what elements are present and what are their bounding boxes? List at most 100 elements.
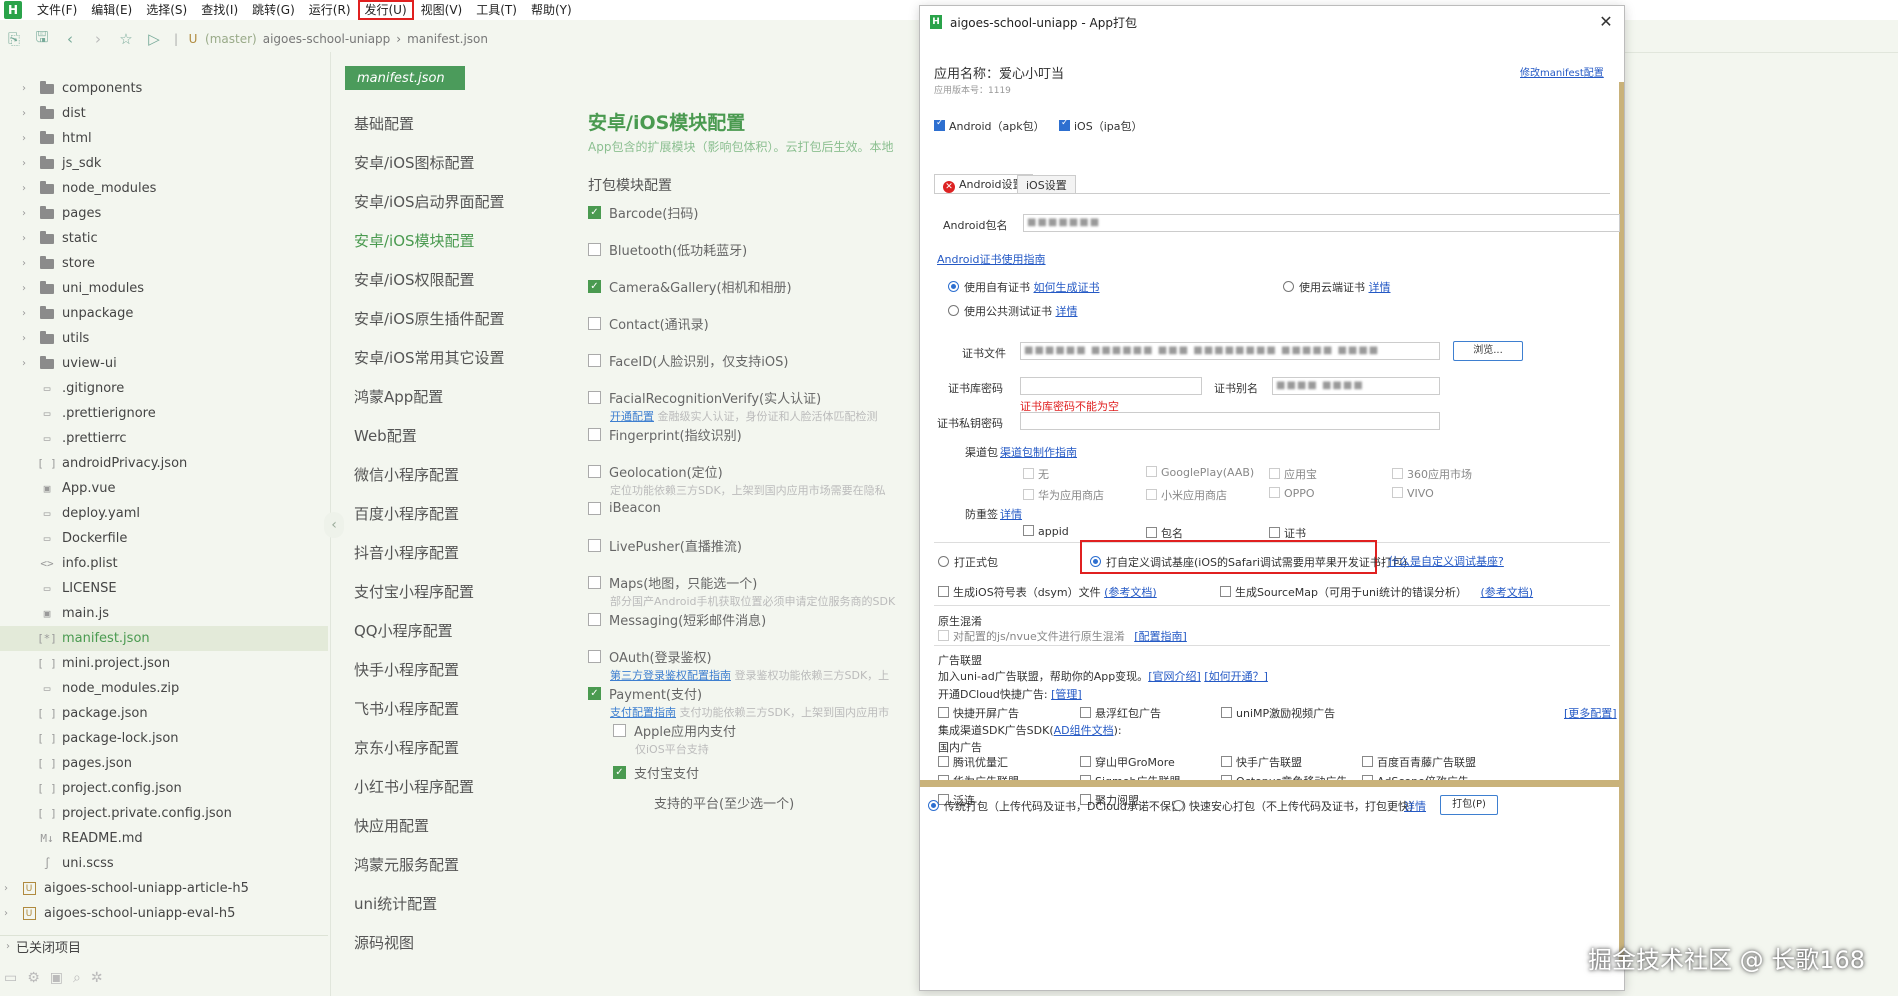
anti-tamper-option[interactable]: 包名 xyxy=(1146,525,1183,541)
menu-item-5[interactable]: 运行(R) xyxy=(302,0,358,20)
cert-option-own[interactable]: 使用自有证书 如何生成证书 xyxy=(948,279,1100,295)
nav-item-9[interactable]: 微信小程序配置 xyxy=(346,455,546,494)
tree-file[interactable]: ›▣App.vue xyxy=(0,476,328,501)
editor-tab-manifest[interactable]: manifest.json xyxy=(345,66,465,90)
pack-fast-radio[interactable] xyxy=(1173,800,1184,811)
cert-own-link[interactable]: 如何生成证书 xyxy=(1034,281,1100,294)
new-file-icon[interactable]: ⎘ xyxy=(0,30,28,48)
tree-folder[interactable]: › store xyxy=(0,251,328,276)
close-icon[interactable]: ✕ xyxy=(1596,12,1616,32)
channel-option[interactable]: 无 xyxy=(1023,466,1049,482)
pack-traditional[interactable]: 传统打包（上传代码及证书，DCloud承诺不保留） xyxy=(928,798,1193,814)
channel-checkbox[interactable] xyxy=(1146,466,1157,477)
nav-item-16[interactable]: 京东小程序配置 xyxy=(346,728,546,767)
module-checkbox[interactable]: ✓ xyxy=(588,205,601,219)
cert-public-link[interactable]: 详情 xyxy=(1056,305,1078,318)
channel-option[interactable]: 360应用市场 xyxy=(1392,466,1472,482)
target-ios[interactable]: iOS（ipa包） xyxy=(1059,118,1142,134)
settings-icon[interactable]: ✲ xyxy=(91,970,103,986)
cert-option-public[interactable]: 使用公共测试证书 详情 xyxy=(948,303,1078,319)
tree-folder[interactable]: › static xyxy=(0,226,328,251)
run-icon[interactable]: ▷ xyxy=(140,30,168,48)
cert-own-radio[interactable] xyxy=(948,281,959,292)
tree-file[interactable]: ›[ ]project.config.json xyxy=(0,776,328,801)
ad-sdk-link[interactable]: AD组件文档 xyxy=(1054,724,1114,737)
module-row[interactable]: LivePusher(直播推流) xyxy=(588,534,918,556)
tree-project[interactable]: › Uaigoes-school-uniapp-article-h5 xyxy=(0,876,328,901)
module-checkbox[interactable]: ✓ xyxy=(588,279,601,293)
module-checkbox[interactable] xyxy=(588,390,601,404)
nav-item-1[interactable]: 安卓/iOS图标配置 xyxy=(346,143,546,182)
channel-checkbox[interactable] xyxy=(1392,487,1403,498)
tree-folder[interactable]: › utils xyxy=(0,326,328,351)
channel-option[interactable]: OPPO xyxy=(1269,487,1315,500)
sourcemap-option[interactable]: 生成SourceMap（可用于uni统计的错误分析） (参考文档) xyxy=(1220,584,1533,600)
menu-item-6[interactable]: 发行(U) xyxy=(357,0,414,20)
tree-folder[interactable]: › uview-ui xyxy=(0,351,328,376)
module-checkbox[interactable]: ✓ xyxy=(588,686,601,700)
nav-item-8[interactable]: Web配置 xyxy=(346,416,546,455)
collapse-sidebar-icon[interactable]: ‹ xyxy=(324,512,344,538)
target-ios-checkbox[interactable] xyxy=(1059,118,1070,131)
tree-folder[interactable]: › html xyxy=(0,126,328,151)
dsym-option[interactable]: 生成iOS符号表（dsym）文件 (参考文档) xyxy=(938,584,1157,600)
box-icon[interactable]: ▣ xyxy=(50,970,63,986)
module-row[interactable]: OAuth(登录鉴权) xyxy=(588,645,918,667)
ad-quick-option[interactable]: 悬浮红包广告 xyxy=(1080,705,1161,721)
sourcemap-checkbox[interactable] xyxy=(1220,586,1231,597)
anti-tamper-option[interactable]: 证书 xyxy=(1269,525,1306,541)
anti-tamper-checkbox[interactable] xyxy=(1269,527,1280,538)
channel-option[interactable]: VIVO xyxy=(1392,487,1434,500)
menu-item-9[interactable]: 帮助(Y) xyxy=(524,0,579,20)
ad-channel-option[interactable]: 腾讯优量汇 xyxy=(938,754,1008,770)
package-name-input[interactable]: ■■■■■■■ xyxy=(1023,214,1620,232)
tree-file[interactable]: ›▭node_modules.zip xyxy=(0,676,328,701)
nav-item-21[interactable]: 源码视图 xyxy=(346,923,546,962)
module-row[interactable]: Maps(地图，只能选一个) xyxy=(588,571,918,593)
tree-file[interactable]: ›▭.prettierignore xyxy=(0,401,328,426)
nav-item-20[interactable]: uni统计配置 xyxy=(346,884,546,923)
tree-folder[interactable]: › unpackage xyxy=(0,301,328,326)
tree-file[interactable]: ›[ ]package-lock.json xyxy=(0,726,328,751)
native-obf-link[interactable]: [配置指南] xyxy=(1134,630,1187,643)
search-icon[interactable]: ⌕ xyxy=(73,970,81,986)
tree-folder[interactable]: › components xyxy=(0,76,328,101)
ad-channel-option[interactable]: 穿山甲GroMore xyxy=(1080,754,1175,770)
nav-item-2[interactable]: 安卓/iOS启动界面配置 xyxy=(346,182,546,221)
build-formal[interactable]: 打正式包 xyxy=(938,554,998,570)
ad-quick-option[interactable]: uniMP激励视频广告 xyxy=(1221,705,1335,721)
channel-option[interactable]: 应用宝 xyxy=(1269,466,1317,482)
ad-more-link[interactable]: [更多配置] xyxy=(1564,705,1617,721)
closed-projects[interactable]: › 已关闭项目 xyxy=(0,935,328,957)
module-row[interactable]: iBeacon xyxy=(588,497,918,519)
cert-public-radio[interactable] xyxy=(948,305,959,316)
anti-tamper-option[interactable]: appid xyxy=(1023,525,1069,538)
module-checkbox[interactable] xyxy=(588,464,601,478)
sub-module-row[interactable]: ✓ 支付宝支付 xyxy=(613,761,918,783)
nav-item-14[interactable]: 快手小程序配置 xyxy=(346,650,546,689)
ad-intro-link[interactable]: [官网介绍] xyxy=(1148,670,1201,683)
tree-folder[interactable]: › js_sdk xyxy=(0,151,328,176)
save-icon[interactable]: 🖫 xyxy=(28,27,56,52)
ad-quick-checkbox[interactable] xyxy=(938,707,949,718)
sourcemap-link[interactable]: (参考文档) xyxy=(1481,586,1534,599)
pack-detail-link[interactable]: 详情 xyxy=(1404,798,1426,814)
menu-item-2[interactable]: 选择(S) xyxy=(139,0,194,20)
tree-file[interactable]: ›[ ]pages.json xyxy=(0,751,328,776)
private-key-input[interactable] xyxy=(1020,412,1440,430)
anti-tamper-link[interactable]: 详情 xyxy=(1000,506,1022,522)
nav-item-3[interactable]: 安卓/iOS模块配置 xyxy=(346,221,546,260)
cert-guide-link[interactable]: Android证书使用指南 xyxy=(937,251,1046,267)
module-checkbox[interactable] xyxy=(588,316,601,330)
keystore-password-input[interactable] xyxy=(1020,377,1202,395)
module-checkbox[interactable] xyxy=(588,501,601,515)
tree-file[interactable]: ›[ ]package.json xyxy=(0,701,328,726)
tree-file[interactable]: ›▭.prettierrc xyxy=(0,426,328,451)
tree-file[interactable]: ›▭Dockerfile xyxy=(0,526,328,551)
nav-item-18[interactable]: 快应用配置 xyxy=(346,806,546,845)
menu-item-7[interactable]: 视图(V) xyxy=(414,0,470,20)
plugin-icon[interactable]: ⚙ xyxy=(27,970,40,986)
module-checkbox[interactable] xyxy=(588,649,601,663)
ad-channel-checkbox[interactable] xyxy=(1221,756,1232,767)
nav-item-10[interactable]: 百度小程序配置 xyxy=(346,494,546,533)
